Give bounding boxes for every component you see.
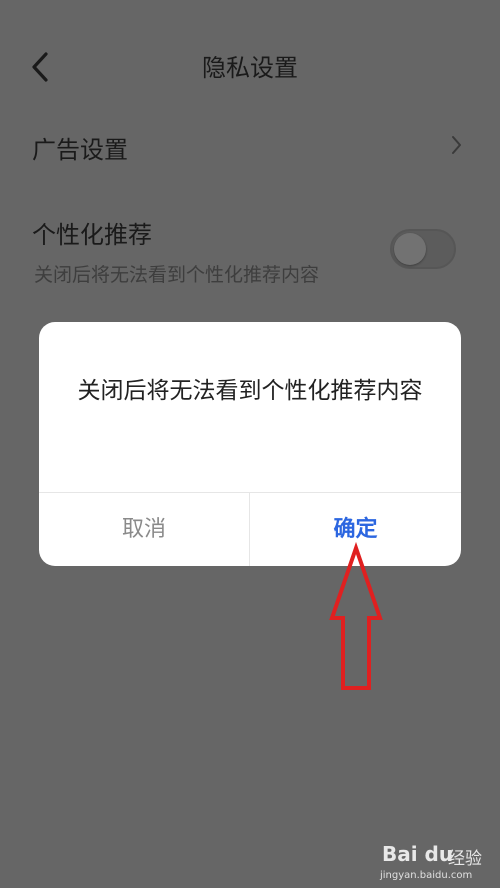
baidu-logo: Bai du (382, 842, 454, 866)
dialog-message: 关闭后将无法看到个性化推荐内容 (77, 378, 423, 404)
personalized-recommend-toggle[interactable] (390, 229, 456, 269)
screen: 隐私设置 广告设置 个性化推荐 关闭后将无法看到个性化推荐内容 关闭后将无法看到… (0, 0, 500, 888)
watermark-brand: 经验 (448, 849, 482, 869)
ad-settings-row[interactable]: 广告设置 (0, 118, 500, 174)
header-bar: 隐私设置 (0, 0, 500, 130)
personalized-recommend-row: 个性化推荐 关闭后将无法看到个性化推荐内容 (0, 205, 500, 305)
chevron-right-icon (452, 136, 461, 154)
ad-settings-label: 广告设置 (32, 136, 128, 164)
annotation-up-arrow-icon (329, 541, 383, 690)
page-title: 隐私设置 (202, 54, 298, 82)
personalized-recommend-description: 关闭后将无法看到个性化推荐内容 (34, 264, 320, 286)
personalized-recommend-label: 个性化推荐 (32, 221, 152, 249)
confirm-dialog: 关闭后将无法看到个性化推荐内容 取消 确定 (39, 322, 461, 566)
cancel-button[interactable]: 取消 (39, 493, 249, 566)
toggle-knob (394, 233, 426, 265)
watermark: Bai du 经验 jingyan.baidu.com (380, 836, 500, 888)
watermark-url: jingyan.baidu.com (380, 870, 473, 881)
